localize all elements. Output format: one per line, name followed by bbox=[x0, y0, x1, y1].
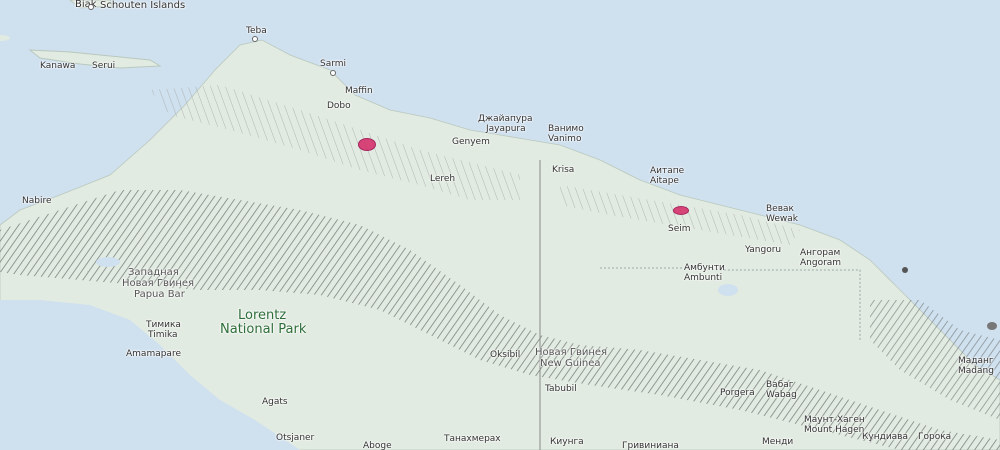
island-small-2 bbox=[902, 267, 908, 273]
label-nabire[interactable]: Nabire bbox=[22, 196, 52, 206]
label-vanimo[interactable]: Vanimo bbox=[548, 134, 581, 144]
town-marker bbox=[330, 70, 336, 76]
label-grivinana-ru[interactable]: Гривиниана bbox=[622, 441, 679, 450]
label-wabag[interactable]: Wabag bbox=[766, 390, 797, 400]
lake bbox=[718, 284, 738, 296]
label-timika-ru[interactable]: Тимика bbox=[146, 320, 181, 330]
label-dobo[interactable]: Dobo bbox=[327, 101, 351, 111]
label-mendi-ru[interactable]: Менди bbox=[762, 437, 793, 447]
label-teba[interactable]: Teba bbox=[246, 26, 267, 36]
label-ambunti-ru[interactable]: Амбунти bbox=[684, 263, 725, 273]
town-marker bbox=[252, 36, 258, 42]
label-agats[interactable]: Agats bbox=[262, 397, 288, 407]
label-maffin[interactable]: Maffin bbox=[345, 86, 373, 96]
label-oksibil[interactable]: Oksibil bbox=[490, 350, 520, 360]
label-yangoru[interactable]: Yangoru bbox=[745, 245, 781, 255]
label-png-ru[interactable]: Новая Гвинея bbox=[535, 348, 607, 358]
lake bbox=[96, 257, 120, 267]
label-lereh[interactable]: Lereh bbox=[430, 174, 455, 184]
label-wewak[interactable]: Wewak bbox=[766, 214, 798, 224]
label-madang[interactable]: Madang bbox=[958, 366, 994, 376]
label-kundiawa-ru[interactable]: Кундиава bbox=[862, 432, 908, 442]
label-mount-hagen[interactable]: Mount Hagen bbox=[804, 425, 864, 435]
label-aboge[interactable]: Aboge bbox=[363, 441, 392, 450]
label-angoram[interactable]: Angoram bbox=[800, 258, 841, 268]
label-timika[interactable]: Timika bbox=[148, 330, 178, 340]
island-small-3 bbox=[987, 322, 997, 330]
label-aitape[interactable]: Aitape bbox=[650, 176, 679, 186]
label-wabag-ru[interactable]: Вабаг bbox=[766, 380, 793, 390]
label-serui[interactable]: Serui bbox=[92, 61, 115, 71]
label-amamapare[interactable]: Amamapare bbox=[126, 349, 181, 359]
label-tabubil[interactable]: Tabubil bbox=[545, 384, 577, 394]
label-west-papua-ru-2[interactable]: Новая Гвинея bbox=[122, 279, 194, 289]
label-porgera[interactable]: Porgera bbox=[720, 388, 755, 398]
label-otsjaner[interactable]: Otsjaner bbox=[276, 433, 314, 443]
label-seim[interactable]: Seim bbox=[668, 224, 691, 234]
label-national-park[interactable]: National Park bbox=[220, 323, 306, 337]
label-ambunti[interactable]: Ambunti bbox=[684, 273, 722, 283]
label-jayapura[interactable]: Jayapura bbox=[486, 124, 526, 134]
label-kanawa[interactable]: Kanawa bbox=[40, 61, 75, 71]
label-genyem[interactable]: Genyem bbox=[452, 137, 490, 147]
label-krisa[interactable]: Krisa bbox=[552, 165, 574, 175]
label-angoram-ru[interactable]: Ангорам bbox=[800, 248, 840, 258]
label-schouten-islands[interactable]: Schouten Islands bbox=[100, 1, 185, 11]
label-tanahmerah-ru[interactable]: Танахмерах bbox=[444, 434, 501, 444]
town-marker bbox=[88, 4, 94, 10]
label-png[interactable]: New Guinea bbox=[540, 359, 600, 369]
label-madang-ru[interactable]: Маданг bbox=[958, 356, 994, 366]
map-view[interactable]: Biak Schouten Islands Teba Kanawa Serui … bbox=[0, 0, 1000, 450]
range-highlight[interactable] bbox=[358, 138, 376, 151]
label-wewak-ru[interactable]: Вевак bbox=[766, 204, 794, 214]
label-vanimo-ru[interactable]: Ванимо bbox=[548, 124, 584, 134]
label-sarmi[interactable]: Sarmi bbox=[320, 59, 346, 69]
label-west-papua[interactable]: Papua Bar bbox=[134, 290, 185, 300]
label-kiunga-ru[interactable]: Киунга bbox=[550, 437, 584, 447]
range-highlight[interactable] bbox=[673, 206, 689, 215]
label-mount-hagen-ru[interactable]: Маунт-Хаген bbox=[804, 415, 865, 425]
map-canvas bbox=[0, 0, 1000, 450]
label-lorentz[interactable]: Lorentz bbox=[238, 309, 286, 323]
label-jayapura-ru[interactable]: Джайапура bbox=[478, 114, 532, 124]
label-aitape-ru[interactable]: Аитапе bbox=[650, 166, 684, 176]
label-west-papua-ru[interactable]: Западная bbox=[128, 268, 179, 278]
label-goroka-ru[interactable]: Горока bbox=[918, 432, 951, 442]
